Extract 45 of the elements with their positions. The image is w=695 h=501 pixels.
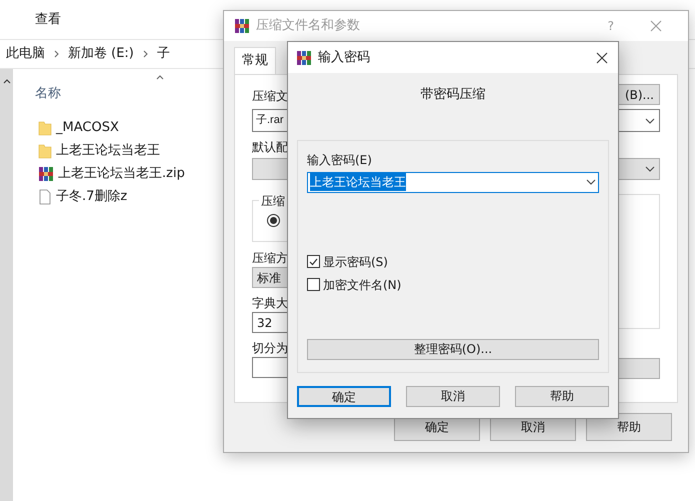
file-name[interactable]: 上老王论坛当老王 [56, 141, 160, 161]
field-value: 子.rar [256, 113, 284, 128]
field-label: 压缩方 [252, 250, 288, 267]
field-label: 输入密码(E) [307, 152, 373, 168]
field-label: 字典大 [252, 295, 288, 312]
tab[interactable]: 常规 [234, 47, 276, 74]
dialog-button[interactable]: 帮助 [515, 386, 609, 406]
file-name[interactable]: _MACOSX [56, 118, 119, 138]
menu-tab[interactable]: 查看 [35, 10, 61, 30]
archive-icon [296, 50, 312, 66]
organize-button[interactable]: 整理密码(O)... [307, 338, 599, 360]
radio-button[interactable] [267, 214, 280, 227]
checkbox[interactable] [307, 278, 320, 291]
document-icon [38, 189, 52, 205]
dialog-button[interactable]: 帮助 [586, 413, 672, 441]
breadcrumb-item[interactable]: 此电脑 [6, 44, 45, 64]
checkbox-label[interactable]: 显示密码(S) [323, 252, 388, 270]
folder-icon [38, 143, 52, 159]
archive-icon [234, 18, 250, 34]
breadcrumb-item[interactable]: 子 [156, 44, 170, 64]
archive-icon [38, 166, 54, 182]
field-label: 压缩文 [252, 88, 288, 105]
chevron-right-icon [142, 50, 148, 58]
window-title: 输入密码 [318, 48, 371, 67]
column-header[interactable]: 名称 [35, 84, 61, 103]
checkbox[interactable] [307, 255, 320, 268]
chevron-down-icon [645, 118, 655, 124]
folder-icon [38, 120, 52, 136]
chevron-down-icon [645, 166, 655, 172]
field-label: 默认配 [252, 139, 288, 156]
chevron-up-icon [2, 79, 10, 84]
field-label: 切分为 [252, 340, 289, 357]
breadcrumb-item[interactable]: 新加卷 (E:) [68, 44, 134, 64]
dialog-heading: 带密码压缩 [420, 86, 486, 104]
password-field[interactable]: 上老王论坛当老王 [307, 172, 599, 192]
checkbox-label[interactable]: 加密文件名(N) [323, 276, 402, 294]
sort-icon [156, 75, 164, 80]
dialog-button[interactable]: 确定 [297, 386, 391, 406]
chevron-down-icon [586, 179, 596, 185]
file-name[interactable]: 上老王论坛当老王.zip [58, 164, 185, 184]
window-title: 压缩文件名和参数 [256, 17, 361, 36]
dialog-button[interactable]: 取消 [406, 386, 500, 406]
file-name[interactable]: 子冬.7删除z [56, 187, 128, 207]
close-icon[interactable] [596, 52, 608, 64]
chevron-right-icon [54, 50, 59, 58]
